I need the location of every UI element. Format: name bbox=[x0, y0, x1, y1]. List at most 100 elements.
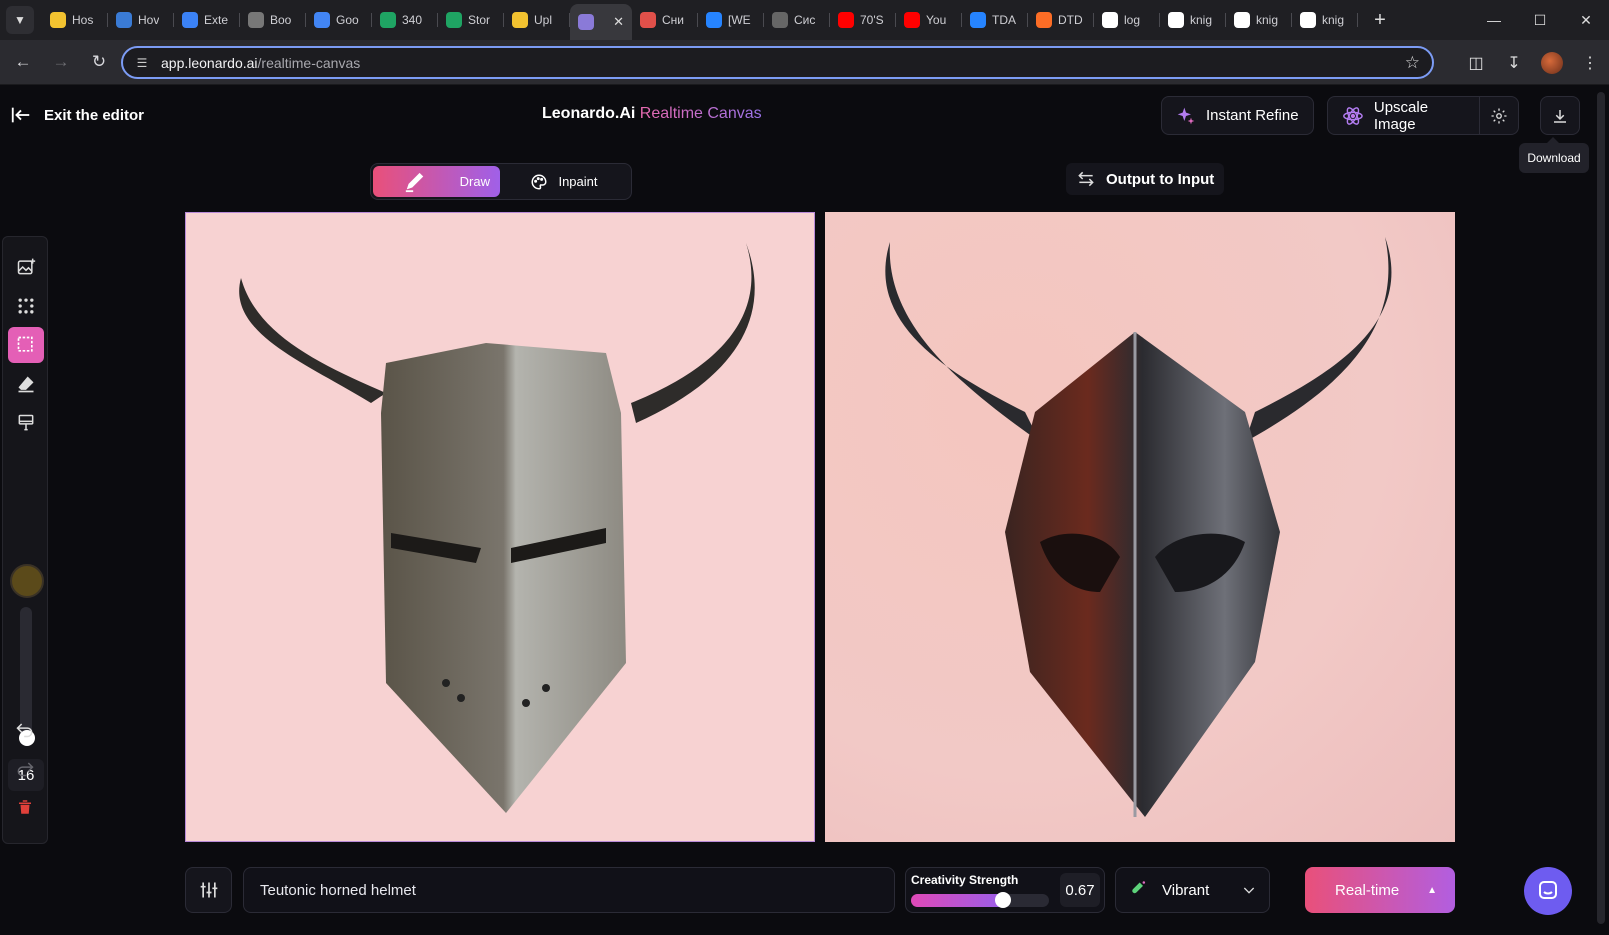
add-image-icon[interactable] bbox=[8, 249, 44, 285]
download-tooltip: Download bbox=[1519, 137, 1589, 173]
youtube-favicon bbox=[838, 12, 854, 28]
inpaint-mode-tab[interactable]: Inpaint bbox=[500, 166, 628, 197]
inpaint-mode-label: Inpaint bbox=[558, 174, 598, 189]
extensions-puzzle-icon[interactable]: ◫ bbox=[1457, 48, 1495, 78]
clear-canvas-button[interactable] bbox=[7, 789, 43, 825]
undo-arrow-icon bbox=[16, 723, 33, 738]
brush-color-swatch[interactable] bbox=[10, 564, 44, 598]
exit-editor-button[interactable]: Exit the editor bbox=[10, 104, 144, 126]
instant-refine-button[interactable]: Instant Refine bbox=[1161, 96, 1314, 135]
palette-icon bbox=[531, 173, 547, 190]
realtime-canvas-app: Exit the editor Leonardo.Ai Realtime Can… bbox=[0, 86, 1609, 935]
leonardo-favicon bbox=[578, 14, 594, 30]
title-brand: Leonardo.Ai bbox=[542, 105, 636, 122]
paint-bucket-icon[interactable] bbox=[8, 405, 44, 441]
close-window-icon[interactable]: ✕ bbox=[1563, 0, 1609, 40]
generation-settings-button[interactable] bbox=[185, 867, 232, 913]
realtime-generate-button[interactable]: Real-time ▲ bbox=[1305, 867, 1455, 913]
output-to-input-label: Output to Input bbox=[1106, 170, 1215, 188]
browser-tab[interactable]: TDA bbox=[962, 4, 1028, 36]
maximize-icon[interactable]: ☐ bbox=[1517, 0, 1563, 40]
store-favicon bbox=[446, 12, 462, 28]
url-path: /realtime-canvas bbox=[257, 54, 361, 71]
style-dropdown[interactable]: Vibrant bbox=[1115, 867, 1270, 913]
gear-favicon bbox=[248, 12, 264, 28]
browser-tab[interactable]: knig bbox=[1160, 4, 1226, 36]
mode-toggle: Draw Inpaint bbox=[370, 163, 632, 200]
upscale-settings-gear-icon[interactable] bbox=[1479, 96, 1519, 135]
new-tab-button[interactable]: + bbox=[1366, 6, 1394, 34]
browser-tab[interactable]: Hos bbox=[42, 4, 108, 36]
prompt-input[interactable] bbox=[243, 867, 895, 913]
support-chat-button[interactable] bbox=[1524, 867, 1572, 915]
caret-up-icon[interactable]: ▲ bbox=[1427, 885, 1437, 896]
draw-mode-tab[interactable]: Draw bbox=[373, 166, 500, 197]
undo-button[interactable] bbox=[7, 711, 43, 747]
browser-tab-label: Exte bbox=[204, 13, 229, 27]
browser-tab[interactable]: Upl bbox=[504, 4, 570, 36]
browser-tab-label: Hos bbox=[72, 13, 94, 27]
browser-tab[interactable]: Goo bbox=[306, 4, 372, 36]
dot-grid-icon[interactable] bbox=[8, 288, 44, 324]
browser-tab[interactable]: Hov bbox=[108, 4, 174, 36]
browser-menu-icon[interactable]: ⋮ bbox=[1571, 48, 1609, 78]
ship-favicon bbox=[640, 12, 656, 28]
browser-tab[interactable]: Сис bbox=[764, 4, 830, 36]
creativity-strength-value[interactable]: 0.67 bbox=[1060, 873, 1100, 907]
browser-tab[interactable]: [WE bbox=[698, 4, 764, 36]
browser-tab[interactable]: 70'S bbox=[830, 4, 896, 36]
potion-flask-icon bbox=[1132, 881, 1146, 894]
browser-tab[interactable]: You bbox=[896, 4, 962, 36]
scrollbar-thumb[interactable] bbox=[1597, 92, 1605, 924]
diamond-favicon bbox=[706, 12, 722, 28]
download-button[interactable] bbox=[1540, 96, 1580, 135]
close-tab-icon[interactable]: ✕ bbox=[613, 14, 624, 30]
tab-list: Hos Hov Exte Boo Goo 340 Stor Upl ✕ Сни [WE Сис 70'S… bbox=[42, 0, 1358, 40]
minimize-icon[interactable]: — bbox=[1471, 0, 1517, 40]
bookmark-star-icon[interactable]: ☆ bbox=[1405, 53, 1420, 73]
back-arrow-icon[interactable]: ← bbox=[8, 47, 38, 77]
browser-tab[interactable]: knig bbox=[1292, 4, 1358, 36]
output-image bbox=[825, 212, 1455, 842]
globe-favicon bbox=[772, 12, 788, 28]
eraser-icon[interactable] bbox=[8, 366, 44, 402]
browser-tab-label: 340 bbox=[402, 13, 423, 27]
site-info-icon[interactable]: ☰ bbox=[133, 54, 151, 72]
browser-tab-label: Upl bbox=[534, 13, 553, 27]
browser-tab[interactable]: Stor bbox=[438, 4, 504, 36]
draw-mode-label: Draw bbox=[459, 174, 490, 189]
browser-tab-strip: ▼ Hos Hov Exte Boo Goo 340 Stor Upl ✕ Сни [WE Сис 70… bbox=[0, 0, 1609, 40]
browser-tab-active[interactable]: ✕ bbox=[570, 4, 632, 40]
upscale-image-label: Upscale Image bbox=[1373, 98, 1429, 133]
browser-tab-label: knig bbox=[1256, 13, 1279, 27]
browser-tab[interactable]: Exte bbox=[174, 4, 240, 36]
browser-tab[interactable]: log bbox=[1094, 4, 1160, 36]
youtube-favicon bbox=[904, 12, 920, 28]
upscale-image-button[interactable]: Upscale Image bbox=[1327, 96, 1480, 135]
browser-tab-label: Hov bbox=[138, 13, 160, 27]
select-tool-icon[interactable] bbox=[8, 327, 44, 363]
browser-tab[interactable]: knig bbox=[1226, 4, 1292, 36]
drawing-canvas[interactable] bbox=[185, 212, 815, 842]
diamond-favicon bbox=[970, 12, 986, 28]
browser-tab-label: [WE bbox=[728, 13, 751, 27]
browser-tab[interactable]: Boo bbox=[240, 4, 306, 36]
output-to-input-button[interactable]: Output to Input bbox=[1066, 163, 1225, 195]
forward-arrow-icon[interactable]: → bbox=[46, 47, 76, 77]
redo-button[interactable] bbox=[7, 750, 43, 786]
google-favicon bbox=[1234, 12, 1250, 28]
browser-tab[interactable]: DTD bbox=[1028, 4, 1094, 36]
profile-avatar[interactable] bbox=[1541, 51, 1563, 74]
trash-icon bbox=[19, 800, 31, 814]
downloads-icon[interactable]: ↧ bbox=[1495, 48, 1533, 78]
page-scrollbar[interactable] bbox=[1593, 86, 1609, 935]
creativity-strength-slider[interactable] bbox=[911, 894, 1049, 907]
browser-tab[interactable]: 340 bbox=[372, 4, 438, 36]
reload-icon[interactable]: ↻ bbox=[84, 47, 114, 77]
browser-tab-label: knig bbox=[1190, 13, 1213, 27]
translate-favicon bbox=[314, 12, 330, 28]
address-bar[interactable]: ☰ app.leonardo.ai/realtime-canvas ☆ bbox=[121, 46, 1434, 79]
browser-tab[interactable]: Сни bbox=[632, 4, 698, 36]
tab-search-chevron-icon[interactable]: ▼ bbox=[6, 6, 34, 34]
brush-stroke-icon bbox=[405, 172, 423, 192]
